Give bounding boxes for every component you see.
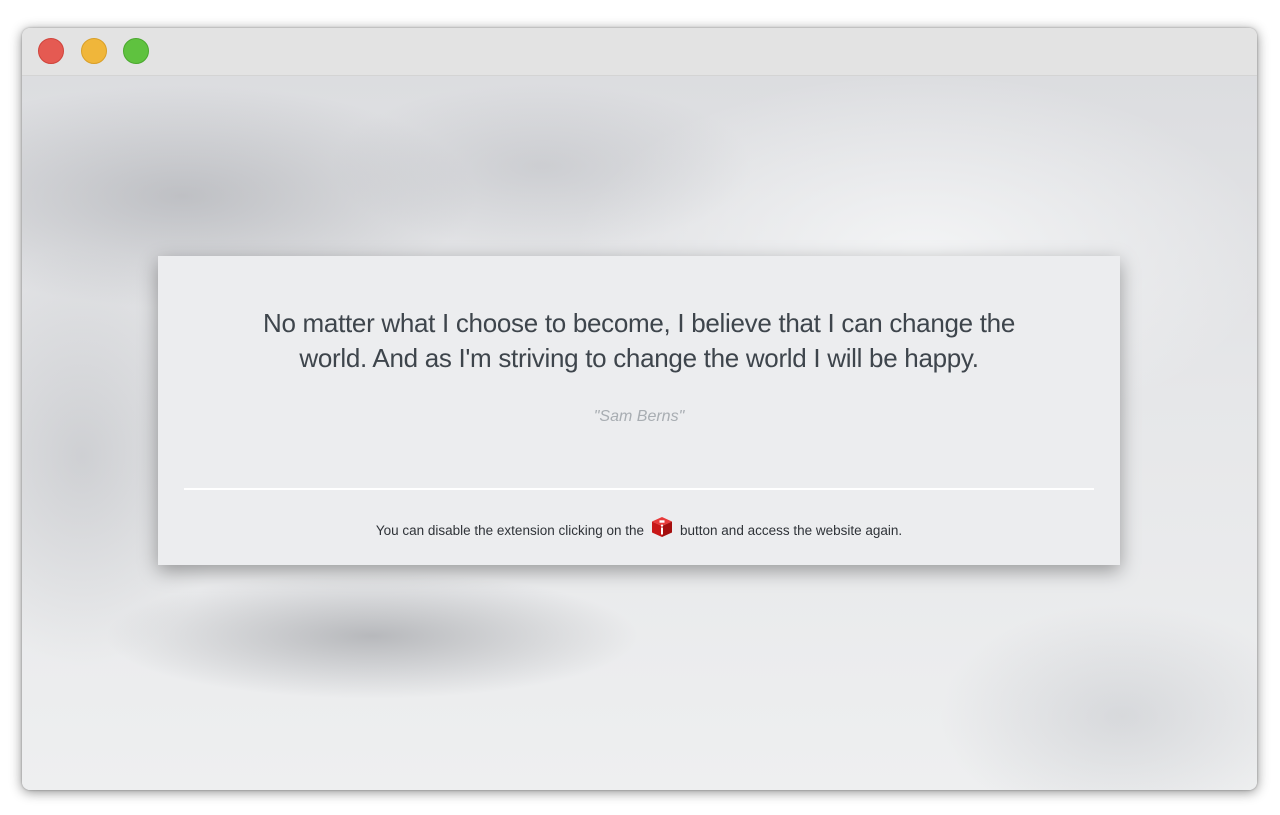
notice-text-before: You can disable the extension clicking o… — [375, 523, 645, 538]
disable-extension-notice: You can disable the extension clicking o… — [158, 516, 1120, 541]
quote-card: No matter what I choose to become, I bel… — [158, 256, 1120, 565]
blurred-background: No matter what I choose to become, I bel… — [22, 76, 1257, 790]
window-titlebar — [22, 28, 1257, 76]
quote-line-2: world. And as I'm striving to change the… — [299, 343, 979, 373]
quote-text: No matter what I choose to become, I bel… — [198, 306, 1080, 376]
divider — [184, 488, 1094, 490]
quote-author: "Sam Berns" — [593, 408, 685, 425]
zoom-window-button[interactable] — [123, 38, 149, 64]
minimize-window-button[interactable] — [81, 38, 107, 64]
notice-text-after: button and access the website again. — [680, 523, 903, 538]
red-cube-icon — [650, 516, 674, 538]
browser-window: No matter what I choose to become, I bel… — [22, 28, 1257, 790]
close-window-button[interactable] — [38, 38, 64, 64]
quote-line-1: No matter what I choose to become, I bel… — [263, 308, 1015, 338]
